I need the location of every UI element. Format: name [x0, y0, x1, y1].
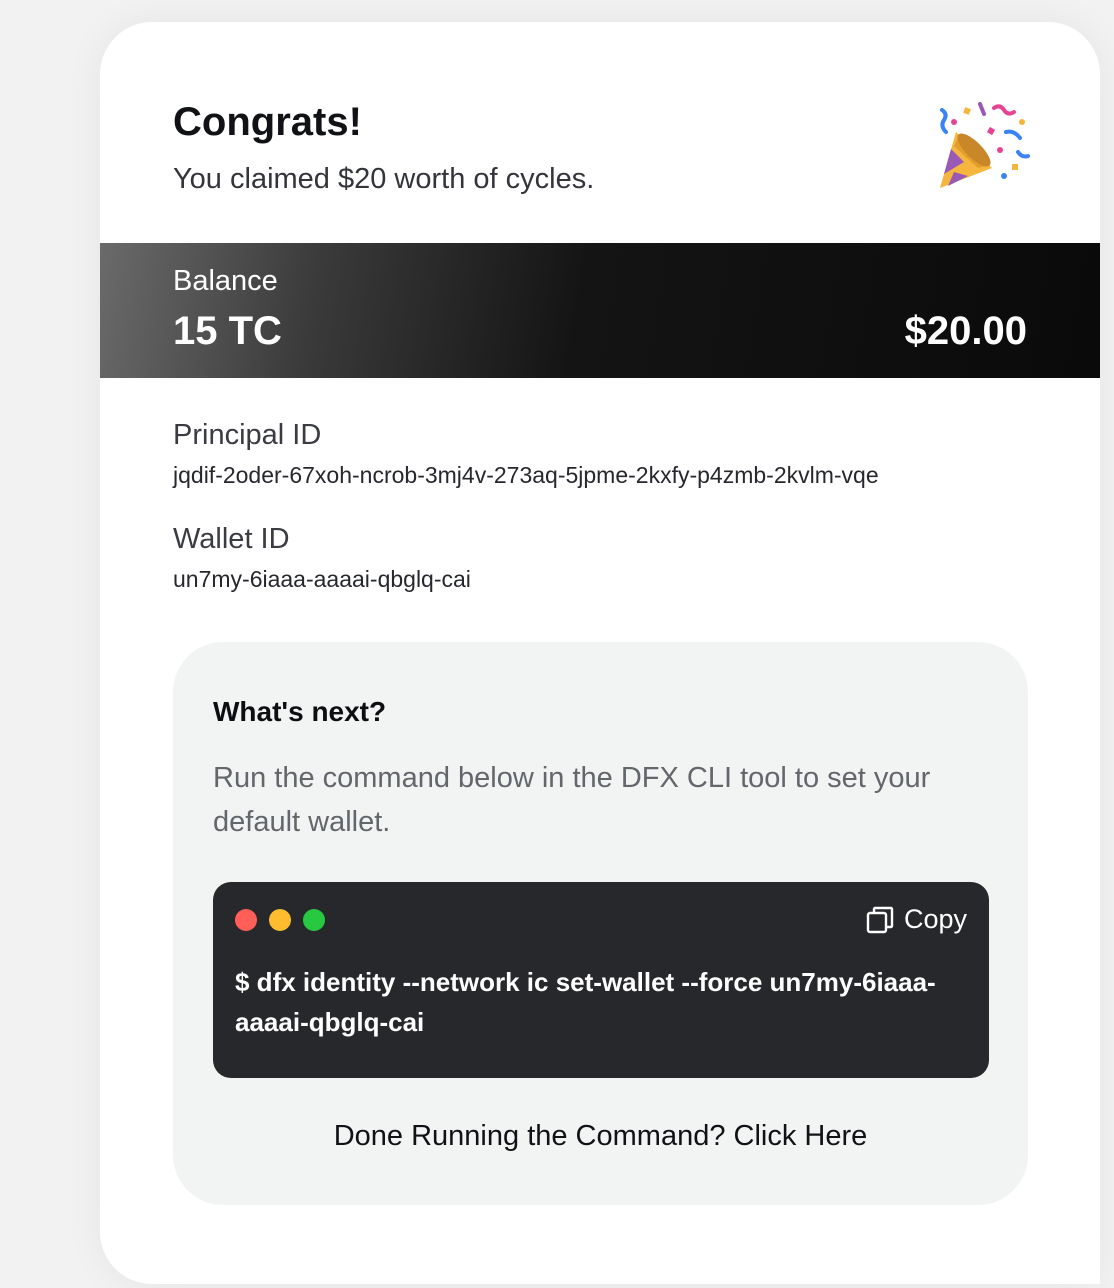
party-popper-icon	[940, 102, 1030, 188]
whats-next-title: What's next?	[213, 696, 387, 727]
principal-id-label: Principal ID	[173, 419, 322, 451]
cli-command-text[interactable]: $ dfx identity --network ic set-wallet -…	[235, 962, 955, 1042]
claim-subtitle: You claimed $20 worth of cycles.	[173, 163, 595, 195]
terminal-yellow-dot	[269, 909, 291, 931]
copy-button[interactable]: Copy	[866, 904, 967, 935]
wallet-id-value: un7my-6iaaa-aaaai-qbglq-cai	[173, 566, 471, 592]
balance-usd-amount: $20.00	[904, 309, 1027, 353]
balance-cycles-amount: 15 TC	[173, 309, 282, 353]
principal-id-value: jqdif-2oder-67xoh-ncrob-3mj4v-273aq-5jpm…	[173, 462, 879, 488]
terminal-red-dot	[235, 909, 257, 931]
whats-next-instructions: Run the command below in the DFX CLI too…	[213, 762, 931, 838]
whats-next-panel: What's next? Run the command below in th…	[173, 642, 1028, 1205]
command-terminal: Copy $ dfx identity --network ic set-wal…	[213, 882, 989, 1078]
done-running-command-link[interactable]: Done Running the Command? Click Here	[173, 1116, 1028, 1156]
copy-icon	[866, 906, 894, 933]
card-header: Congrats! You claimed $20 worth of cycle…	[173, 96, 1030, 197]
wallet-id-label: Wallet ID	[173, 523, 290, 555]
balance-banner: Balance 15 TC $20.00	[100, 243, 1100, 378]
terminal-green-dot	[303, 909, 325, 931]
page-title: Congrats!	[173, 100, 362, 144]
balance-label: Balance	[173, 265, 278, 297]
claim-success-card: Congrats! You claimed $20 worth of cycle…	[100, 22, 1100, 1284]
copy-label: Copy	[903, 904, 967, 934]
